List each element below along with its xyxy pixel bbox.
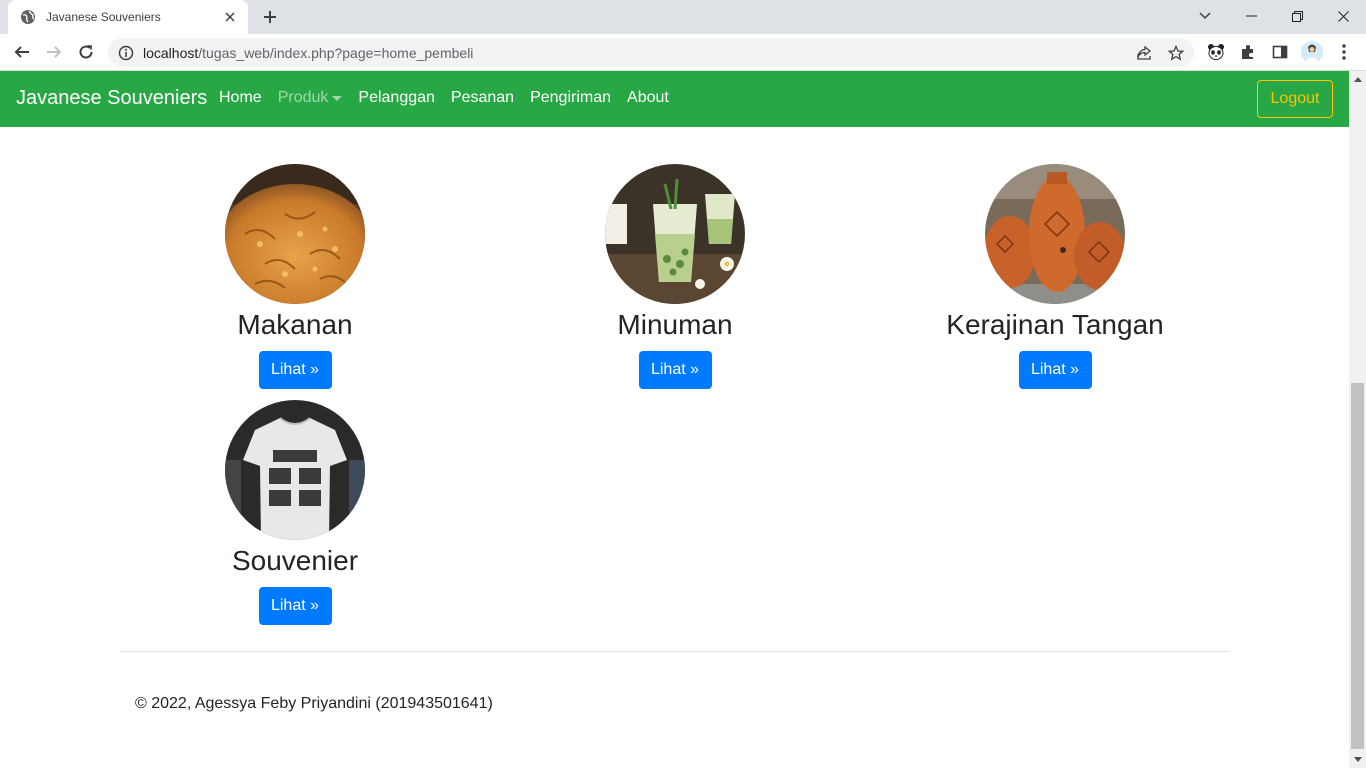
site-navbar: Javanese Souveniers Home Produk Pelangga… (0, 71, 1349, 127)
category-title-kerajinan-tangan: Kerajinan Tangan (946, 309, 1164, 340)
kerajinan-tangan-image (985, 164, 1125, 304)
close-window-icon[interactable] (1320, 0, 1366, 32)
browser-tab[interactable]: Javanese Souveniers (8, 0, 248, 34)
browser-toolbar: localhost/tugas_web/index.php?page=home_… (0, 34, 1366, 71)
category-title-souvenier: Souvenier (231, 545, 359, 576)
reload-icon[interactable] (73, 39, 99, 65)
star-icon[interactable] (1166, 43, 1186, 63)
tab-search-icon[interactable] (1182, 0, 1228, 32)
scroll-up-arrow-icon[interactable] (1349, 71, 1366, 88)
share-icon[interactable] (1134, 43, 1154, 63)
new-tab-button[interactable] (258, 5, 282, 29)
scroll-down-arrow-icon[interactable] (1349, 751, 1366, 768)
footer-copyright: © 2022, Agessya Feby Priyandini (2019435… (135, 695, 493, 712)
nav-link-pelanggan[interactable]: Pelanggan (358, 89, 435, 107)
nav-link-pesanan[interactable]: Pesanan (451, 89, 514, 107)
panda-extension-icon[interactable] (1205, 41, 1227, 63)
site-brand[interactable]: Javanese Souveniers (16, 87, 207, 110)
category-title-minuman: Minuman (617, 309, 733, 340)
menu-kebab-icon[interactable] (1333, 41, 1355, 63)
souvenier-image (225, 400, 365, 540)
lihat-button-makanan[interactable]: Lihat » (258, 351, 332, 389)
url-path: /tugas_web/index.php?page=home_pembeli (198, 44, 474, 61)
category-card-makanan: Makanan Lihat » (145, 164, 445, 389)
tab-title: Javanese Souveniers (46, 10, 161, 24)
lihat-button-minuman[interactable]: Lihat » (638, 351, 712, 389)
close-icon[interactable] (222, 9, 238, 25)
restore-icon[interactable] (1274, 0, 1320, 32)
extensions-icon[interactable] (1237, 41, 1259, 63)
category-card-minuman: Minuman Lihat » (525, 164, 825, 389)
nav-link-home[interactable]: Home (219, 89, 262, 107)
category-card-kerajinan-tangan: Kerajinan Tangan Lihat » (905, 164, 1205, 389)
scrollbar-thumb[interactable] (1351, 383, 1364, 749)
forward-icon[interactable] (41, 39, 67, 65)
category-card-souvenier: Souvenier Lihat » (145, 400, 445, 625)
url-host: localhost (143, 44, 199, 61)
category-title-makanan: Makanan (237, 309, 353, 340)
page-viewport: Javanese Souveniers Home Produk Pelangga… (0, 71, 1366, 768)
lihat-button-souvenier[interactable]: Lihat » (258, 587, 332, 625)
nav-links: Home Produk Pelanggan Pesanan Pengiriman… (219, 89, 669, 107)
nav-link-produk-label: Produk (277, 89, 329, 106)
url-text: localhost/tugas_web/index.php?page=home_… (143, 45, 473, 61)
nav-link-about[interactable]: About (627, 89, 669, 107)
minimize-icon[interactable] (1228, 0, 1274, 32)
minuman-image (605, 164, 745, 304)
info-icon[interactable] (118, 45, 134, 61)
address-bar[interactable]: localhost/tugas_web/index.php?page=home_… (108, 38, 1194, 67)
logout-button[interactable]: Logout (1257, 80, 1333, 118)
nav-link-pengiriman[interactable]: Pengiriman (530, 89, 611, 107)
profile-avatar[interactable] (1301, 41, 1323, 63)
browser-tabstrip: Javanese Souveniers (0, 0, 1366, 34)
nav-link-produk-dropdown[interactable]: Produk (278, 89, 343, 107)
caret-down-icon (332, 95, 343, 101)
globe-icon (20, 9, 36, 25)
side-panel-icon[interactable] (1269, 41, 1291, 63)
lihat-button-kerajinan-tangan[interactable]: Lihat » (1018, 351, 1092, 389)
makanan-image (225, 164, 365, 304)
back-icon[interactable] (9, 39, 35, 65)
page-scrollbar[interactable] (1349, 71, 1366, 768)
footer-divider (120, 651, 1229, 652)
